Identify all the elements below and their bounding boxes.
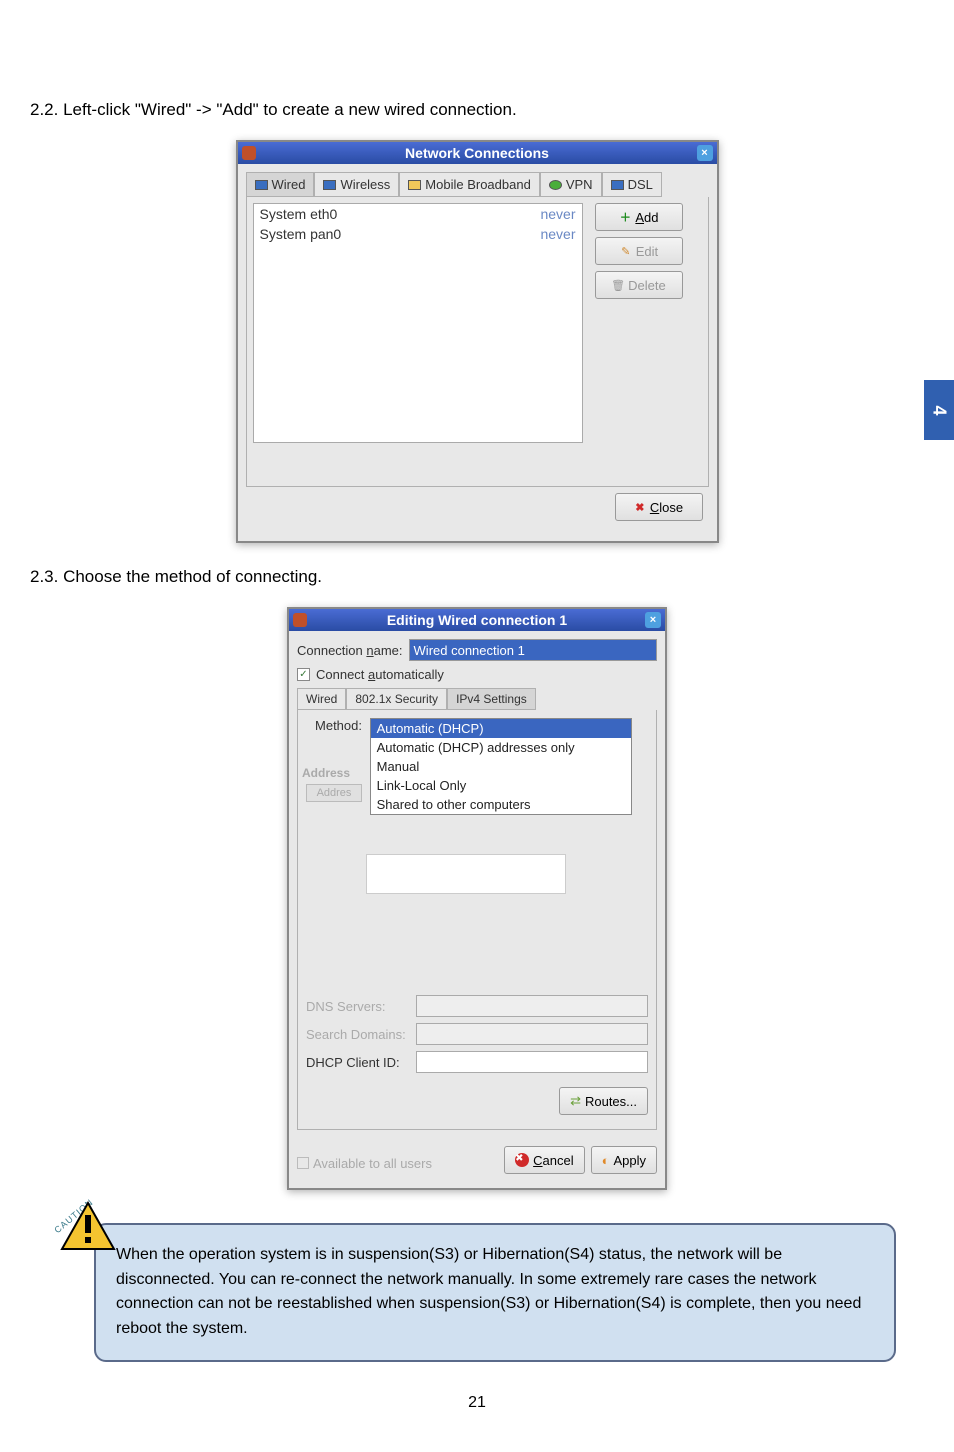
list-item[interactable]: System pan0 never xyxy=(254,224,582,244)
close-icon[interactable]: × xyxy=(697,145,713,161)
chapter-tab: 4 xyxy=(924,380,954,440)
method-selected: Automatic (DHCP) xyxy=(371,719,631,738)
address-label: Address xyxy=(302,766,350,780)
monitor-icon xyxy=(255,180,268,190)
address-list-area xyxy=(366,854,566,894)
dhcp-client-id-input[interactable] xyxy=(416,1051,648,1073)
method-label: Method: xyxy=(306,718,366,733)
apply-icon: ◐ xyxy=(602,1153,610,1168)
x-icon: ✖ xyxy=(634,501,646,513)
dns-label: DNS Servers: xyxy=(306,999,416,1014)
method-option[interactable]: Link-Local Only xyxy=(371,776,631,795)
cancel-button[interactable]: ✖ Cancel xyxy=(504,1146,584,1174)
available-all-users-label: Available to all users xyxy=(313,1156,432,1171)
available-all-users-checkbox xyxy=(297,1157,309,1169)
list-item[interactable]: System eth0 never xyxy=(254,204,582,224)
lock-icon xyxy=(549,180,562,190)
network-connections-window: Network Connections × Wired Wireless Mob… xyxy=(236,140,719,543)
cancel-icon: ✖ xyxy=(515,1153,529,1167)
tab-8021x[interactable]: 802.1x Security xyxy=(346,688,447,710)
apply-button[interactable]: ◐ Apply xyxy=(591,1146,657,1174)
close-button[interactable]: ✖Close xyxy=(615,493,703,521)
connection-list[interactable]: System eth0 never System pan0 never xyxy=(253,203,583,443)
tab-wireless[interactable]: Wireless xyxy=(314,172,399,197)
search-domains-input xyxy=(416,1023,648,1045)
routes-button[interactable]: ⇄ Routes... xyxy=(559,1087,648,1115)
page-number: 21 xyxy=(0,1394,954,1412)
connect-auto-label: Connect automatically xyxy=(316,667,444,682)
monitor-icon xyxy=(611,180,624,190)
titlebar: Network Connections × xyxy=(238,142,717,164)
method-dropdown[interactable]: Automatic (DHCP) Automatic (DHCP) addres… xyxy=(370,718,632,815)
connection-name-label: Connection name: xyxy=(297,643,403,658)
close-icon[interactable]: × xyxy=(645,612,661,628)
connect-auto-checkbox[interactable]: ✓ xyxy=(297,668,310,681)
titlebar: Editing Wired connection 1 × xyxy=(289,609,665,631)
dhcp-client-id-label: DHCP Client ID: xyxy=(306,1055,416,1070)
app-icon xyxy=(242,146,256,160)
editing-wired-window: Editing Wired connection 1 × Connection … xyxy=(287,607,667,1190)
tab-vpn[interactable]: VPN xyxy=(540,172,602,197)
connection-name-input[interactable]: Wired connection 1 xyxy=(409,639,657,661)
tab-wired[interactable]: Wired xyxy=(297,688,346,710)
window-title: Editing Wired connection 1 xyxy=(387,612,567,628)
search-domains-label: Search Domains: xyxy=(306,1027,416,1042)
method-option[interactable]: Manual xyxy=(371,757,631,776)
warning-icon xyxy=(60,1201,116,1251)
tab-dsl[interactable]: DSL xyxy=(602,172,662,197)
tab-mobile-broadband[interactable]: Mobile Broadband xyxy=(399,172,540,197)
app-icon xyxy=(293,613,307,627)
window-title: Network Connections xyxy=(405,145,549,161)
edit-button: ✎Edit xyxy=(595,237,683,265)
delete-button: 🗑Delete xyxy=(595,271,683,299)
tab-wired[interactable]: Wired xyxy=(246,172,315,197)
step-2-2: 2.2. Left-click "Wired" -> "Add" to crea… xyxy=(30,100,924,120)
method-option[interactable]: Automatic (DHCP) addresses only xyxy=(371,738,631,757)
plus-icon: ＋ xyxy=(619,211,631,223)
dns-input xyxy=(416,995,648,1017)
address-column-header: Addres xyxy=(306,784,362,802)
routes-icon: ⇄ xyxy=(570,1093,581,1109)
step-2-3: 2.3. Choose the method of connecting. xyxy=(30,567,924,587)
tab-ipv4[interactable]: IPv4 Settings xyxy=(447,688,536,710)
caution-box: When the operation system is in suspensi… xyxy=(94,1223,896,1362)
monitor-icon xyxy=(323,180,336,190)
antenna-icon xyxy=(408,180,421,190)
trash-icon: 🗑 xyxy=(612,279,624,291)
method-option[interactable]: Shared to other computers xyxy=(371,795,631,814)
add-button[interactable]: ＋Add xyxy=(595,203,683,231)
pencil-icon: ✎ xyxy=(620,245,632,257)
